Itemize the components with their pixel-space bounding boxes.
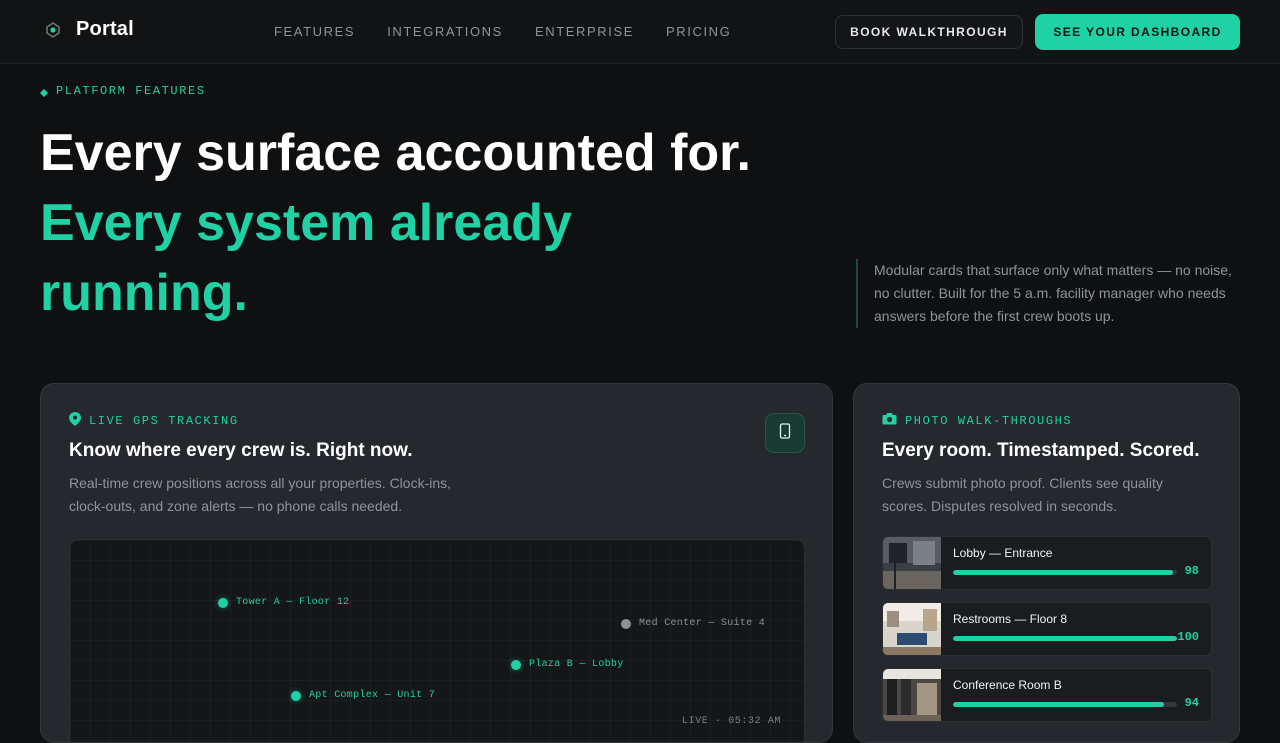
gps-card-title: Know where every crew is. Right now. bbox=[69, 440, 413, 461]
pin-dot bbox=[511, 659, 521, 670]
headline-line-2: Every system already bbox=[40, 194, 572, 252]
room-row-restrooms[interactable]: Restrooms — Floor 8 100 bbox=[882, 602, 1212, 656]
mobile-device-button[interactable] bbox=[765, 413, 805, 453]
quality-score: 100 bbox=[1177, 630, 1199, 644]
room-name: Restrooms — Floor 8 bbox=[953, 612, 1068, 626]
portal-logo-icon bbox=[44, 21, 62, 39]
room-name: Lobby — Entrance bbox=[953, 546, 1053, 560]
score-fill bbox=[953, 570, 1173, 575]
map-pin-tower-a[interactable]: Tower A — Floor 12 bbox=[218, 597, 349, 608]
top-nav: Portal FEATURES INTEGRATIONS ENTERPRISE … bbox=[0, 0, 1280, 64]
quality-score: 98 bbox=[1184, 564, 1199, 578]
photo-card-eyebrow: PHOTO WALK-THROUGHS bbox=[882, 412, 1072, 429]
pin-label: Plaza B — Lobby bbox=[529, 659, 624, 670]
see-dashboard-button[interactable]: SEE YOUR DASHBOARD bbox=[1035, 14, 1240, 50]
quality-score-bar bbox=[953, 636, 1177, 641]
pin-label: Apt Complex — Unit 7 bbox=[309, 690, 436, 701]
photo-card-title: Every room. Timestamped. Scored. bbox=[882, 440, 1200, 461]
room-photo-thumbnail bbox=[883, 537, 941, 589]
gps-card-description: Real-time crew positions across all your… bbox=[69, 475, 452, 514]
nav-link-pricing[interactable]: PRICING bbox=[666, 24, 731, 39]
nav-link-enterprise[interactable]: ENTERPRISE bbox=[535, 24, 634, 39]
score-fill bbox=[953, 636, 1177, 641]
photo-card-eyebrow-label: PHOTO WALK-THROUGHS bbox=[905, 413, 1073, 428]
mobile-device-icon bbox=[779, 422, 791, 444]
headline-line-3: running. bbox=[40, 264, 248, 322]
map-pin-icon bbox=[69, 412, 81, 430]
hero-description: Modular cards that surface only what mat… bbox=[856, 259, 1240, 328]
hero-headline: Every surface accounted for. Every syste… bbox=[40, 118, 840, 328]
map-pin-med-center[interactable]: Med Center — Suite 4 bbox=[621, 618, 765, 629]
brand-name: Portal bbox=[76, 18, 134, 40]
camera-icon bbox=[882, 412, 897, 429]
nav-link-features[interactable]: FEATURES bbox=[274, 24, 355, 39]
map-pin-apt-complex[interactable]: Apt Complex — Unit 7 bbox=[291, 690, 435, 701]
hero-eyebrow: PLATFORM FEATURES bbox=[40, 84, 206, 98]
photo-card-description: Crews submit photo proof. Clients see qu… bbox=[882, 475, 1163, 514]
room-name: Conference Room B bbox=[953, 678, 1062, 692]
quality-score-bar bbox=[953, 702, 1177, 707]
room-photo-thumbnail bbox=[883, 603, 941, 655]
headline-line-1: Every surface accounted for. bbox=[40, 124, 751, 182]
room-row-lobby[interactable]: Lobby — Entrance 98 bbox=[882, 536, 1212, 590]
quality-score-bar bbox=[953, 570, 1177, 575]
diamond-icon bbox=[40, 87, 48, 97]
map-live-indicator: LIVE · 05:32 AM bbox=[682, 716, 782, 727]
gps-tracking-card: LIVE GPS TRACKING Know where every crew … bbox=[40, 383, 833, 743]
pin-dot bbox=[218, 597, 228, 608]
nav-links: FEATURES INTEGRATIONS ENTERPRISE PRICING bbox=[274, 24, 731, 39]
quality-score: 94 bbox=[1184, 696, 1199, 710]
pin-dot bbox=[291, 690, 301, 701]
map-pin-plaza-b[interactable]: Plaza B — Lobby bbox=[511, 659, 624, 670]
nav-link-integrations[interactable]: INTEGRATIONS bbox=[387, 24, 503, 39]
gps-card-eyebrow-label: LIVE GPS TRACKING bbox=[89, 414, 239, 428]
photo-walkthrough-card: PHOTO WALK-THROUGHS Every room. Timestam… bbox=[853, 383, 1240, 743]
book-walkthrough-button[interactable]: BOOK WALKTHROUGH bbox=[835, 15, 1023, 49]
gps-map[interactable]: Tower A — Floor 12 Med Center — Suite 4 … bbox=[69, 539, 805, 742]
room-photo-thumbnail bbox=[883, 669, 941, 721]
hero-eyebrow-label: PLATFORM FEATURES bbox=[56, 84, 206, 98]
room-row-conference[interactable]: Conference Room B 94 bbox=[882, 668, 1212, 722]
score-fill bbox=[953, 702, 1164, 707]
brand[interactable]: Portal bbox=[44, 18, 134, 41]
pin-dot bbox=[621, 618, 631, 629]
pin-label: Tower A — Floor 12 bbox=[236, 597, 350, 608]
room-list: Lobby — Entrance 98 Restrooms — Floor 8 … bbox=[882, 536, 1212, 734]
pin-label: Med Center — Suite 4 bbox=[639, 618, 766, 629]
gps-card-eyebrow: LIVE GPS TRACKING bbox=[69, 412, 239, 430]
